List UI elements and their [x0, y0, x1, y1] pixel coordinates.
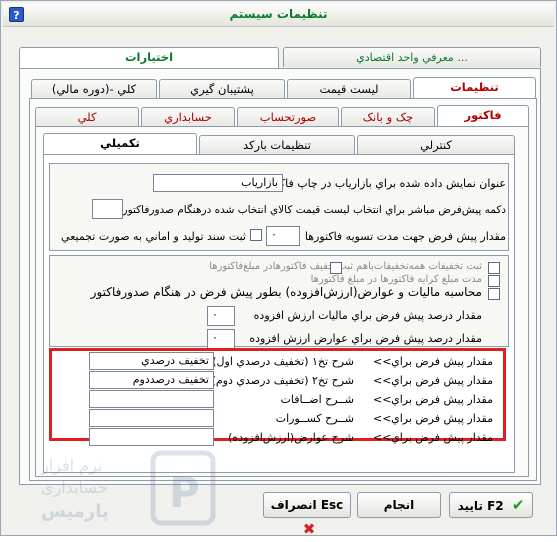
watermark-line2: حسابداری	[41, 478, 108, 498]
tab-supplementary[interactable]: تکميلي	[43, 133, 197, 155]
watermark-p-letter: P	[169, 468, 200, 517]
defaults-row-label: مقدار پيش فرض براي	[391, 412, 493, 425]
cancel-label: انصراف Esc	[270, 498, 344, 512]
defaults-row-desc: شرح عوارض(ارزش‌افزوده)	[228, 431, 354, 444]
tab-control[interactable]: کنترلي	[357, 135, 515, 155]
settlement-label: مقدار پيش فرض جهت مدت تسويه فاکتورها	[304, 230, 506, 243]
watermark-logo: نرم افزار حسابداری پارمیس P	[40, 450, 216, 526]
duty-percent-input[interactable]: ۰	[207, 329, 235, 349]
defaults-row-label: مقدار پيش فرض براي	[391, 374, 493, 387]
tab-statement[interactable]: صورتحساب	[237, 107, 339, 127]
confirm-label: تاييد F2	[457, 499, 504, 513]
tab-accounting[interactable]: حسابداري	[141, 107, 235, 127]
duty-percent-label: مقدار درصد پيش فرض براي عوارض ارزش افزود…	[249, 332, 482, 345]
confirm-button[interactable]: تاييد F2 ✔	[449, 492, 533, 518]
marketer-title-input[interactable]: بازارياب	[153, 174, 283, 192]
settlement-input[interactable]: ۰	[266, 226, 300, 246]
tab-price-list[interactable]: ليست قيمت	[287, 79, 411, 99]
defaults-row-desc: شرح تخ۱ (تخفيف درصدي اول)	[212, 355, 354, 368]
duties-input[interactable]	[89, 428, 214, 446]
title-bar: ? تنظيمات سيستم	[3, 3, 554, 27]
default-key-label: دکمه پيش‌فرض مباشر براي انتخاب ليست قيمت…	[122, 204, 506, 216]
tab-barcode[interactable]: تنظيمات بارکد	[199, 135, 355, 155]
faint-discount-label: ثبت تخفيفات همه‌تخفيفات‌باهم ثبت‌تخفيف ف…	[209, 261, 482, 272]
defaults-row-label: مقدار پيش فرض براي	[391, 431, 493, 444]
defaults-row-desc: شــرح کســورات	[275, 412, 354, 425]
settings-window: ? تنظيمات سيستم اختيارات معرفي واحد اقتص…	[0, 0, 557, 538]
tab-check-bank[interactable]: چک و بانک	[341, 107, 435, 127]
cancel-button[interactable]: انصراف Esc ✖	[263, 492, 351, 538]
defaults-row-label: مقدار پيش فرض براي	[391, 355, 493, 368]
faint-freight-label: مدت مبلغ کرايه فاکتورها در مبلغ فاکتورها	[310, 274, 482, 285]
default-key-input[interactable]	[92, 199, 123, 219]
production-checkbox[interactable]	[250, 229, 262, 241]
check-icon: ✔	[511, 496, 525, 514]
defaults-row-arrow: <<	[373, 431, 392, 444]
marketer-title-label: عنوان نمايش داده شده براي بازارياب در چا…	[265, 177, 506, 190]
freight-checkbox[interactable]	[488, 275, 500, 287]
tax-checkbox[interactable]	[488, 288, 500, 300]
close-icon: ✖	[302, 520, 316, 538]
production-check-label: ثبت سند توليد و اماني به صورت تجميعي	[61, 230, 246, 243]
discount1-input[interactable]: تخفيف درصدي	[89, 352, 214, 370]
tab-economic-unit[interactable]: معرفي واحد اقتصادي ...	[283, 47, 541, 67]
discount-amount-checkbox[interactable]	[330, 262, 342, 274]
vat-percent-label: مقدار درصد پيش فرض براي ماليات ارزش افزو…	[253, 309, 482, 322]
vat-percent-input[interactable]: ۰	[207, 306, 235, 326]
additions-input[interactable]	[89, 390, 214, 408]
tab-backup[interactable]: پشتيبان گيري	[159, 79, 285, 99]
defaults-row-desc: شرح تخ۲ (تخفيف درصدي دوم)	[211, 374, 354, 387]
defaults-row-desc: شــرح اضــافات	[280, 393, 355, 406]
defaults-row-arrow: <<	[373, 393, 392, 406]
tab-general[interactable]: کلي	[35, 107, 139, 127]
watermark-line3: پارمیس	[41, 501, 109, 522]
tax-check-label: محاسبه ماليات و عوارض(ارزش‌افزوده) بطور …	[90, 285, 482, 299]
apply-button[interactable]: انجام	[357, 492, 441, 518]
defaults-row-arrow: <<	[373, 374, 392, 387]
watermark-line1: نرم افزار	[40, 456, 102, 476]
tab-invoice[interactable]: فاکتور	[437, 105, 529, 127]
defaults-row-label: مقدار پيش فرض براي	[391, 393, 493, 406]
tab-options[interactable]: اختيارات	[19, 47, 279, 69]
window-title: تنظيمات سيستم	[229, 7, 328, 21]
tab-settings[interactable]: تنظيمات	[413, 77, 536, 99]
defaults-row-arrow: <<	[373, 355, 392, 368]
defaults-row-arrow: <<	[373, 412, 392, 425]
discount-checkbox[interactable]	[488, 262, 500, 274]
discount2-input[interactable]: تخفيف درصددوم	[89, 371, 214, 389]
deductions-input[interactable]	[89, 409, 214, 427]
tab-fiscal-general[interactable]: کلي -(دوره مالي)	[31, 79, 157, 99]
